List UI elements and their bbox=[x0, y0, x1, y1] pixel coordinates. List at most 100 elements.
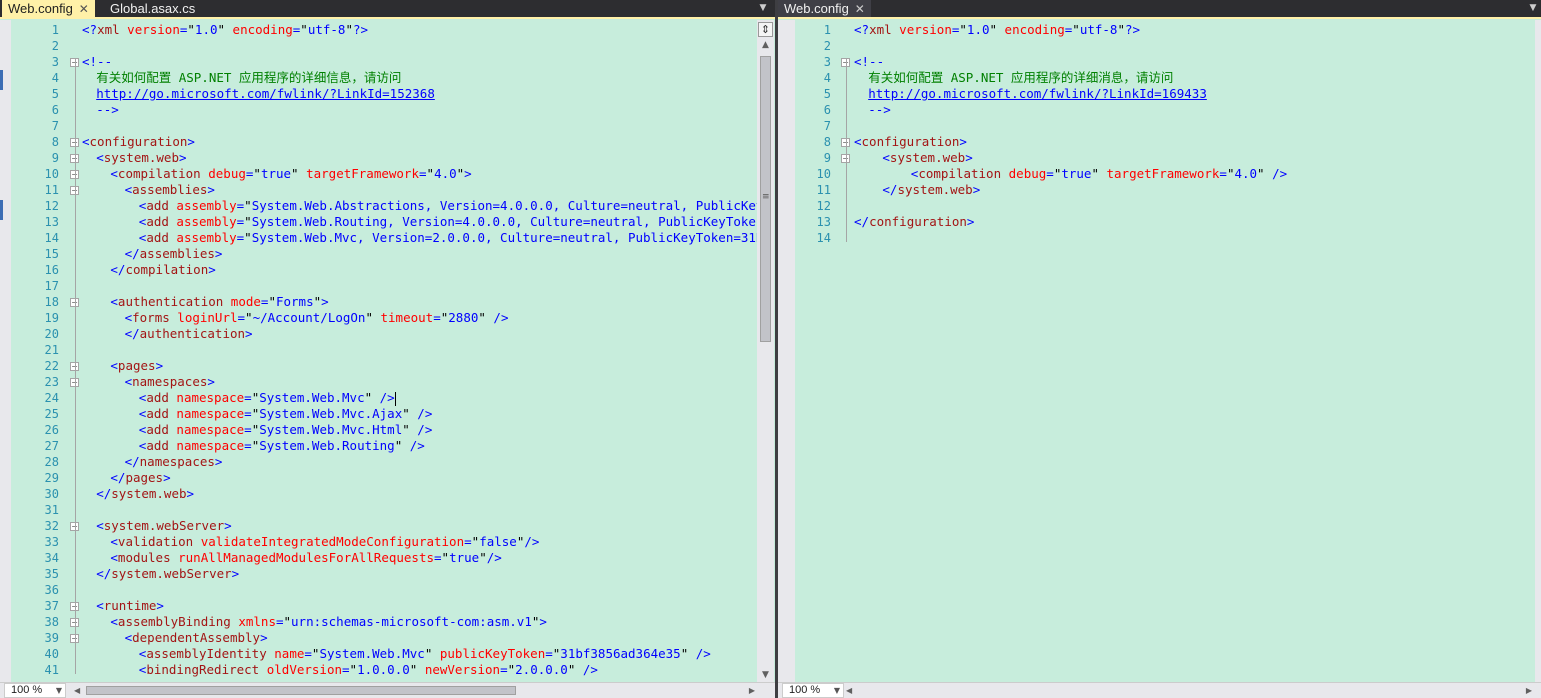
code-line[interactable]: 20 </authentication> bbox=[11, 326, 757, 342]
code-token: assembly bbox=[168, 198, 237, 213]
code-line[interactable]: 31 bbox=[11, 502, 757, 518]
code-line[interactable]: 7 bbox=[795, 118, 1535, 134]
code-token: add bbox=[146, 390, 169, 405]
code-line[interactable]: 16 </compilation> bbox=[11, 262, 757, 278]
code-link[interactable]: http://go.microsoft.com/fwlink/?LinkId=1… bbox=[868, 86, 1207, 101]
close-icon[interactable]: ✕ bbox=[79, 0, 89, 18]
code-line[interactable]: 38−<assemblyBinding xmlns="urn:schemas-m… bbox=[11, 614, 757, 630]
code-line[interactable]: 4 有关如何配置 ASP.NET 应用程序的详细信息，请访问 bbox=[11, 70, 757, 86]
code-line[interactable]: 40 <assemblyIdentity name="System.Web.Mvc… bbox=[11, 646, 757, 662]
code-text: <add namespace="System.Web.Mvc.Ajax" /> bbox=[139, 406, 433, 422]
scroll-left-icon[interactable]: ◀ bbox=[74, 684, 80, 697]
code-line[interactable]: 12 <add assembly="System.Web.Abstractions… bbox=[11, 198, 757, 214]
code-editor[interactable]: 1 <?xml version="1.0" encoding="utf-8"?> 2… bbox=[795, 20, 1535, 682]
code-token: timeout bbox=[372, 310, 434, 325]
scroll-left-icon[interactable]: ◀ bbox=[846, 684, 852, 697]
code-line[interactable]: 22−<pages> bbox=[11, 358, 757, 374]
code-token: " bbox=[244, 230, 252, 245]
code-line[interactable]: 18−<authentication mode="Forms"> bbox=[11, 294, 757, 310]
code-line[interactable]: 7 bbox=[11, 118, 757, 134]
grip-icon: ≡ bbox=[762, 192, 770, 202]
code-token: <!-- bbox=[854, 54, 885, 69]
code-line[interactable]: 6 --> bbox=[795, 102, 1535, 118]
tab-web-config-right[interactable]: Web.config ✕ bbox=[778, 0, 871, 18]
scroll-right-icon[interactable]: ▶ bbox=[749, 684, 755, 697]
code-token: System.Web.Mvc, Version=2.0.0.0, Culture… bbox=[251, 230, 757, 245]
h-scroll-thumb[interactable] bbox=[86, 686, 516, 695]
code-text: <system.web> bbox=[96, 150, 186, 166]
code-line[interactable]: 25 <add namespace="System.Web.Mvc.Ajax" /… bbox=[11, 406, 757, 422]
code-line[interactable]: 41 <bindingRedirect oldVersion="1.0.0.0" … bbox=[11, 662, 757, 678]
code-line[interactable]: 27 <add namespace="System.Web.Routing" /> bbox=[11, 438, 757, 454]
code-line[interactable]: 23−<namespaces> bbox=[11, 374, 757, 390]
zoom-select[interactable]: 100 % ▼ bbox=[782, 683, 844, 698]
code-link[interactable]: http://go.microsoft.com/fwlink/?LinkId=1… bbox=[96, 86, 435, 101]
code-line[interactable]: 6 --> bbox=[11, 102, 757, 118]
code-line[interactable]: 29 </pages> bbox=[11, 470, 757, 486]
code-line[interactable]: 26 <add namespace="System.Web.Mvc.Html" /… bbox=[11, 422, 757, 438]
vertical-scrollbar[interactable] bbox=[1535, 20, 1541, 682]
code-line[interactable]: 37−<runtime> bbox=[11, 598, 757, 614]
code-line[interactable]: 24 <add namespace="System.Web.Mvc" /> bbox=[11, 390, 757, 406]
code-line[interactable]: 17 bbox=[11, 278, 757, 294]
code-text: </compilation> bbox=[110, 262, 215, 278]
code-token: assemblies bbox=[132, 182, 208, 197]
code-line[interactable]: 28 </namespaces> bbox=[11, 454, 757, 470]
code-token: targetFramework bbox=[298, 166, 419, 181]
code-line[interactable]: 12 bbox=[795, 198, 1535, 214]
code-line[interactable]: 1 <?xml version="1.0" encoding="utf-8"?> bbox=[795, 22, 1535, 38]
code-token: version bbox=[891, 22, 952, 37]
code-line[interactable]: 9−<system.web> bbox=[795, 150, 1535, 166]
code-line[interactable]: 32−<system.webServer> bbox=[11, 518, 757, 534]
code-line[interactable]: 33 <validation validateIntegratedModeConf… bbox=[11, 534, 757, 550]
tab-global-asax[interactable]: Global.asax.cs bbox=[104, 0, 202, 18]
code-line[interactable]: 11−<assemblies> bbox=[11, 182, 757, 198]
code-line[interactable]: 10 <compilation debug="true" targetFramew… bbox=[795, 166, 1535, 182]
code-token: false bbox=[479, 534, 517, 549]
code-line[interactable]: 3−<!-- bbox=[11, 54, 757, 70]
zoom-select[interactable]: 100 % ▼ bbox=[4, 683, 66, 698]
tab-web-config[interactable]: Web.config ✕ bbox=[2, 0, 95, 18]
chevron-down-icon[interactable]: ▼ bbox=[1527, 2, 1539, 14]
code-line[interactable]: 5 http://go.microsoft.com/fwlink/?LinkId=… bbox=[795, 86, 1535, 102]
code-token: = bbox=[244, 406, 252, 421]
code-line[interactable]: 1 <?xml version="1.0" encoding="utf-8"?> bbox=[11, 22, 757, 38]
code-line[interactable]: 34 <modules runAllManagedModulesForAllReq… bbox=[11, 550, 757, 566]
vertical-scrollbar[interactable]: ⇕ ▲ ≡ ▼ bbox=[757, 20, 774, 682]
close-icon[interactable]: ✕ bbox=[855, 0, 865, 18]
code-line[interactable]: 9−<system.web> bbox=[11, 150, 757, 166]
horizontal-scrollbar[interactable]: ◀ ▶ bbox=[72, 684, 757, 697]
code-line[interactable]: 21 bbox=[11, 342, 757, 358]
code-line[interactable]: 13 <add assembly="System.Web.Routing, Ver… bbox=[11, 214, 757, 230]
code-line[interactable]: 10−<compilation debug="true" targetFrame… bbox=[11, 166, 757, 182]
code-token: add bbox=[146, 438, 169, 453]
code-line[interactable]: 5 http://go.microsoft.com/fwlink/?LinkId=… bbox=[11, 86, 757, 102]
code-line[interactable]: 8−<configuration> bbox=[795, 134, 1535, 150]
code-line[interactable]: 3−<!-- bbox=[795, 54, 1535, 70]
code-line[interactable]: 13 </configuration> bbox=[795, 214, 1535, 230]
code-line[interactable]: 2 bbox=[795, 38, 1535, 54]
horizontal-scrollbar[interactable]: ◀ ▶ bbox=[844, 684, 1534, 697]
scroll-up-icon[interactable]: ▲ bbox=[757, 40, 774, 50]
code-text: <configuration> bbox=[854, 134, 967, 150]
code-line[interactable]: 30 </system.web> bbox=[11, 486, 757, 502]
code-line[interactable]: 14 bbox=[795, 230, 1535, 246]
code-line[interactable]: 14 <add assembly="System.Web.Mvc, Version… bbox=[11, 230, 757, 246]
code-token: = bbox=[545, 646, 553, 661]
code-line[interactable]: 4 有关如何配置 ASP.NET 应用程序的详细消息，请访问 bbox=[795, 70, 1535, 86]
code-line[interactable]: 8−<configuration> bbox=[11, 134, 757, 150]
code-token: = bbox=[237, 310, 246, 325]
scroll-right-icon[interactable]: ▶ bbox=[1526, 684, 1532, 697]
split-view-icon[interactable]: ⇕ bbox=[758, 22, 773, 37]
scroll-down-icon[interactable]: ▼ bbox=[757, 670, 774, 680]
code-line[interactable]: 15 </assemblies> bbox=[11, 246, 757, 262]
code-editor[interactable]: 1 <?xml version="1.0" encoding="utf-8"?> 2… bbox=[11, 20, 757, 682]
code-line[interactable]: 2 bbox=[11, 38, 757, 54]
code-line[interactable]: 11 </system.web> bbox=[795, 182, 1535, 198]
code-line[interactable]: 36 bbox=[11, 582, 757, 598]
code-line[interactable]: 39−<dependentAssembly> bbox=[11, 630, 757, 646]
chevron-down-icon[interactable]: ▼ bbox=[757, 2, 769, 14]
code-line[interactable]: 35 </system.webServer> bbox=[11, 566, 757, 582]
code-line[interactable]: 19 <forms loginUrl="~/Account/LogOn" time… bbox=[11, 310, 757, 326]
code-token: ?> bbox=[1125, 22, 1141, 37]
